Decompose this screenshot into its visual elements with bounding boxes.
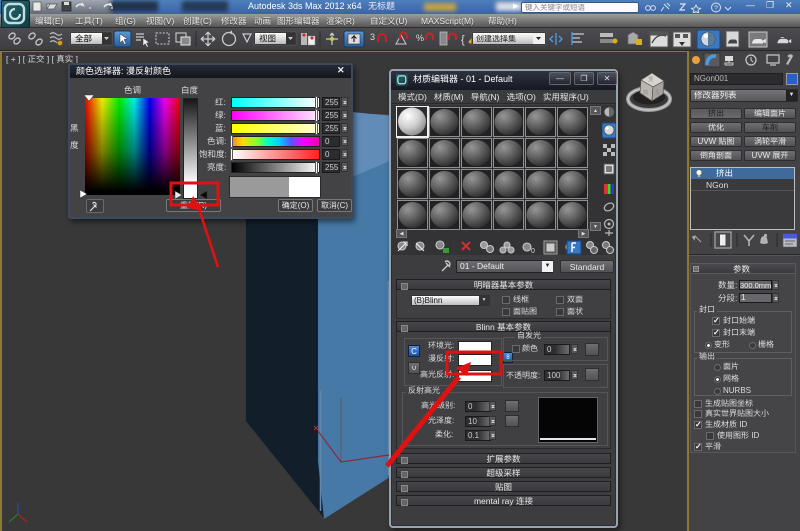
svg-text:%: % xyxy=(416,33,424,43)
svg-text:创建选择集: 创建选择集 xyxy=(476,35,516,44)
svg-text:?: ? xyxy=(714,6,718,13)
svg-text:{: { xyxy=(461,34,465,46)
svg-text:顶: 顶 xyxy=(648,77,653,83)
svg-text:全部: 全部 xyxy=(75,34,93,44)
svg-text:左: 左 xyxy=(655,89,660,96)
svg-text:0: 0 xyxy=(531,248,535,255)
svg-text:视图: 视图 xyxy=(259,34,276,44)
svg-text:3: 3 xyxy=(370,32,375,42)
svg-text:前: 前 xyxy=(643,89,648,96)
